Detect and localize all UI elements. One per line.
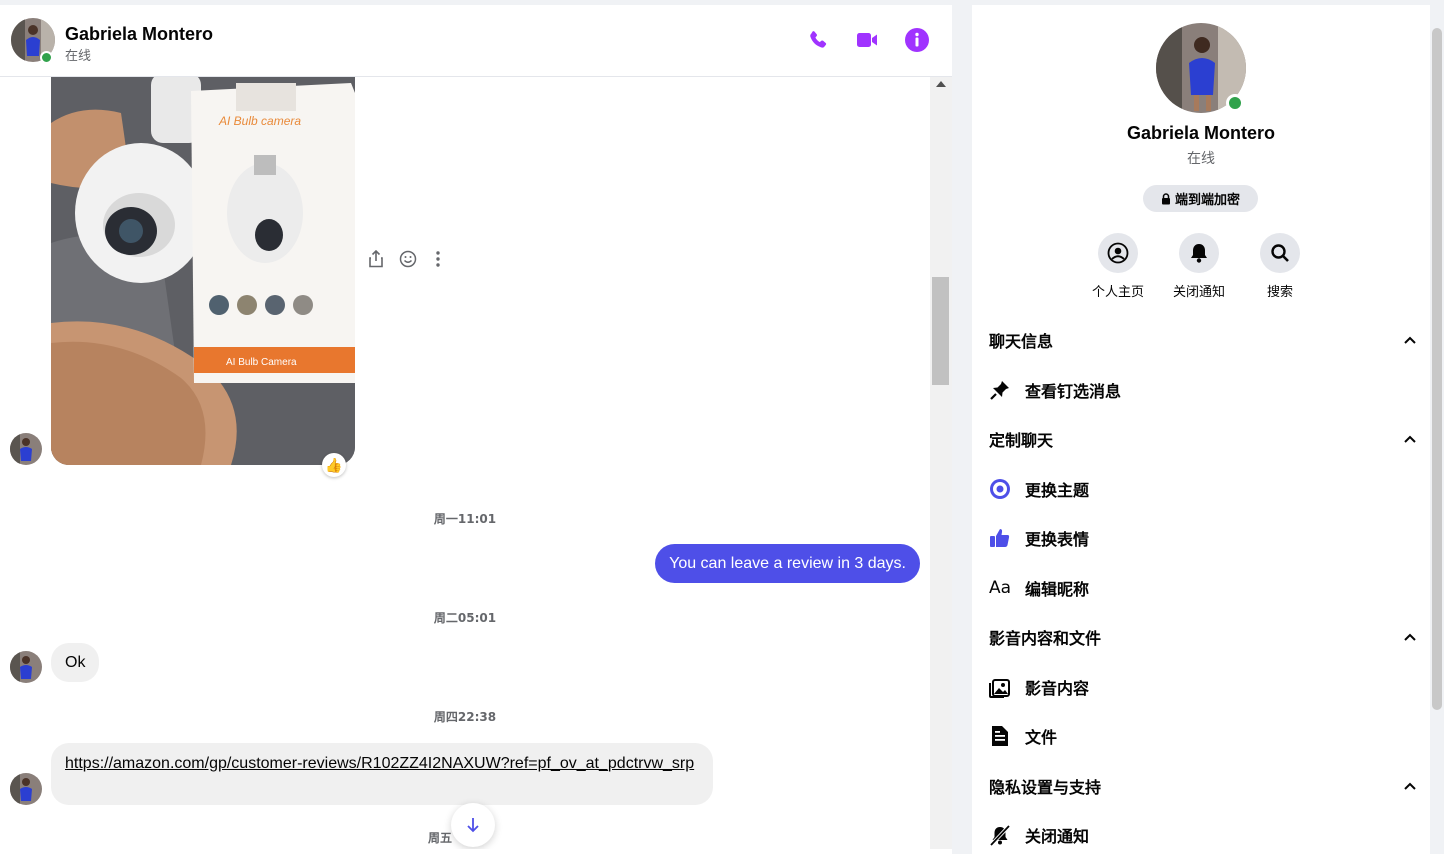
more-vertical-icon (436, 251, 440, 267)
incoming-message[interactable]: Ok (51, 643, 100, 682)
reaction-badge[interactable]: 👍 (322, 453, 346, 477)
search-label: 搜索 (1266, 285, 1293, 300)
more-button[interactable] (428, 249, 448, 269)
change-emoji[interactable]: 更换表情 (989, 523, 1417, 553)
contact-status: 在线 (65, 49, 92, 64)
view-pinned-messages[interactable]: 查看钉选消息 (989, 375, 1417, 405)
box-footer: AI Bulb Camera (226, 357, 297, 368)
profile-button[interactable]: 个人主页 (1083, 233, 1153, 300)
chevron-up-icon (1404, 435, 1416, 443)
row-label: 更换主题 (1025, 481, 1090, 500)
media-icon (989, 679, 1010, 698)
info-icon (905, 28, 929, 52)
incoming-link-message: https://amazon.com/gp/customer-reviews/R… (51, 743, 713, 805)
chat-scrollbar[interactable] (930, 73, 952, 849)
chevron-up-icon (1404, 336, 1416, 344)
e2e-label: 端到端加密 (1174, 193, 1240, 208)
pin-icon (990, 381, 1009, 400)
chat-header: Gabriela Montero 在线 (0, 5, 952, 77)
timestamp: 周四22:38 (433, 710, 497, 724)
row-label: 影音内容 (1025, 679, 1090, 698)
edit-nicknames[interactable]: Aa 编辑昵称 (989, 573, 1417, 603)
change-theme[interactable]: 更换主题 (989, 474, 1417, 504)
search-button[interactable]: 搜索 (1245, 233, 1315, 300)
phone-icon (810, 31, 827, 48)
thumbs-up-icon (990, 529, 1010, 547)
info-button[interactable] (903, 26, 931, 54)
react-button[interactable] (398, 249, 418, 269)
section-customize-chat[interactable]: 定制聊天 (989, 424, 1417, 454)
arrow-down-icon (467, 818, 479, 833)
lock-icon (1161, 192, 1170, 204)
mute-label: 关闭通知 (1172, 285, 1225, 300)
section-title: 隐私设置与支持 (989, 778, 1102, 797)
video-camera-icon (857, 33, 877, 47)
avatar[interactable] (10, 433, 42, 465)
page-scrollbar[interactable] (1432, 28, 1442, 710)
row-label: 查看钉选消息 (1025, 382, 1122, 401)
outgoing-message[interactable]: You can leave a review in 3 days. (655, 544, 920, 583)
message-actions (366, 249, 450, 273)
avatar[interactable] (10, 651, 42, 683)
row-label: 更换表情 (1025, 530, 1090, 549)
mute-notifications-row[interactable]: 关闭通知 (989, 820, 1417, 850)
contact-name[interactable]: Gabriela Montero (65, 24, 213, 45)
avatar[interactable] (10, 773, 42, 805)
row-label: 关闭通知 (1025, 827, 1090, 846)
bell-off-icon (989, 824, 1011, 846)
share-button[interactable] (366, 249, 386, 269)
photo-attachment[interactable]: AI Bulb camera AI Bulb Camera (51, 73, 355, 465)
section-title: 聊天信息 (989, 332, 1054, 351)
scroll-up-arrow-icon[interactable] (936, 81, 946, 87)
profile-label: 个人主页 (1091, 285, 1144, 300)
row-label: 文件 (1025, 728, 1058, 747)
mute-button[interactable]: 关闭通知 (1164, 233, 1234, 300)
online-indicator (40, 51, 53, 64)
search-icon (1271, 244, 1289, 262)
chevron-up-icon (1404, 633, 1416, 641)
section-media-files[interactable]: 影音内容和文件 (989, 622, 1417, 652)
video-call-button[interactable] (853, 26, 881, 54)
media-row[interactable]: 影音内容 (989, 672, 1417, 702)
theme-icon (990, 479, 1010, 499)
scroll-to-bottom-button[interactable] (451, 803, 495, 847)
call-button[interactable] (804, 26, 832, 54)
file-icon (992, 726, 1008, 746)
files-row[interactable]: 文件 (989, 721, 1417, 751)
chevron-up-icon (1404, 782, 1416, 790)
scrollbar-thumb[interactable] (932, 277, 949, 385)
section-chat-info[interactable]: 聊天信息 (989, 325, 1417, 355)
text-aa-icon: Aa (988, 578, 1012, 598)
profile-icon (1107, 242, 1129, 264)
section-title: 定制聊天 (989, 431, 1054, 450)
review-link[interactable]: https://amazon.com/gp/customer-reviews/R… (65, 755, 694, 772)
online-indicator (1226, 94, 1244, 112)
smiley-icon (399, 250, 417, 268)
timestamp: 周二05:01 (433, 611, 497, 625)
profile-status: 在线 (1187, 151, 1215, 167)
row-label: 编辑昵称 (1025, 580, 1090, 599)
message-list[interactable]: AI Bulb camera AI Bulb Camera 👍 周一11:01 … (0, 73, 930, 849)
bell-icon (1191, 244, 1207, 263)
section-title: 影音内容和文件 (989, 629, 1102, 648)
end-to-end-encryption-badge[interactable]: 端到端加密 (1143, 185, 1258, 212)
profile-name: Gabriela Montero (1126, 123, 1276, 143)
share-icon (369, 250, 383, 268)
conversation-info-panel: Gabriela Montero 在线 端到端加密 个人主页 关闭通知 搜索 聊… (972, 5, 1430, 854)
timestamp: 周一11:01 (433, 512, 497, 526)
box-title: AI Bulb camera (218, 114, 301, 128)
section-privacy-support[interactable]: 隐私设置与支持 (989, 771, 1417, 801)
